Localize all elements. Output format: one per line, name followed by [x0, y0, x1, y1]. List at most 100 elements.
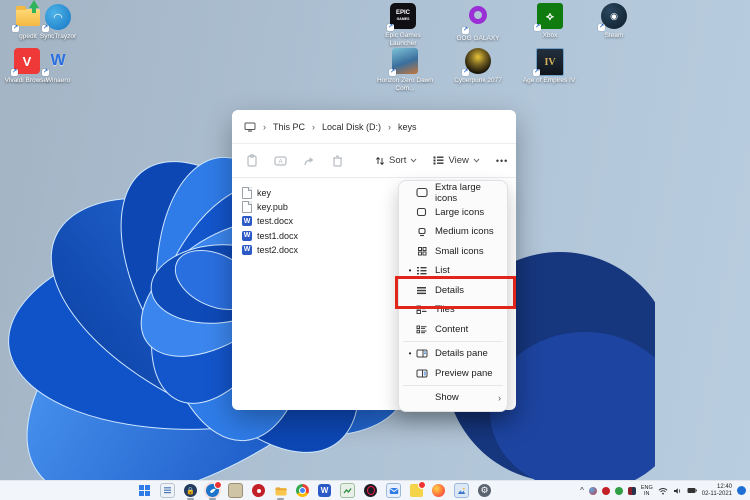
- share-icon[interactable]: [303, 155, 316, 167]
- menu-item-medium-icons[interactable]: Medium icons: [399, 222, 507, 242]
- notification-badge: [214, 481, 222, 489]
- menu-item-label: Content: [435, 324, 501, 335]
- clock[interactable]: 12:40 02-11-2021: [702, 484, 732, 498]
- volume-icon[interactable]: [673, 487, 682, 495]
- breadcrumb-keys[interactable]: keys: [398, 122, 417, 132]
- age-of-empires-iv-icon: IV ↗: [536, 48, 562, 74]
- file-name: test1.docx: [257, 231, 298, 241]
- breadcrumb-local-disk-d[interactable]: Local Disk (D:): [322, 122, 381, 132]
- notification-center-badge[interactable]: [737, 486, 746, 495]
- opera-gx-icon[interactable]: [364, 484, 377, 497]
- red-app-icon[interactable]: [252, 484, 265, 497]
- system-tray: ^ ENG IN 12:40 02-11-2021: [580, 481, 746, 500]
- sort-button[interactable]: Sort: [375, 155, 417, 166]
- this-pc-icon: [244, 122, 256, 132]
- shortcut-arrow-icon: ↗: [389, 69, 396, 76]
- file-explorer-icon[interactable]: [274, 484, 287, 497]
- desktop-icon-cyberpunk[interactable]: ↗ Cyberpunk 2077: [446, 48, 510, 85]
- chevron-down-icon: [473, 158, 480, 163]
- rename-icon[interactable]: A: [274, 155, 287, 167]
- shortcut-arrow-icon: ↗: [462, 27, 469, 34]
- paste-icon[interactable]: [246, 154, 258, 167]
- gog-galaxy-icon: ↗: [465, 6, 491, 32]
- mail-icon[interactable]: [386, 483, 401, 498]
- firefox-icon[interactable]: [432, 484, 445, 497]
- desktop-icon-steam[interactable]: ◉ ↗ Steam: [582, 3, 646, 40]
- extra-large-icons-icon: [415, 187, 428, 198]
- taskbar-icons: 🔒 W ⚙: [138, 481, 491, 500]
- wifi-icon[interactable]: [658, 487, 668, 495]
- settings-gear-icon[interactable]: ⚙: [478, 484, 491, 497]
- selected-marker: •: [405, 266, 415, 275]
- menu-item-list[interactable]: • List: [399, 261, 507, 281]
- shortcut-arrow-icon: ↗: [11, 69, 18, 76]
- word-doc-icon: W: [242, 216, 252, 226]
- shortcut-arrow-icon: ↗: [533, 69, 540, 76]
- menu-item-show[interactable]: Show ›: [399, 388, 507, 408]
- desktop-icon-label: GOG GALAXY: [446, 35, 510, 43]
- chrome-icon[interactable]: [296, 484, 309, 497]
- menu-item-content[interactable]: Content: [399, 320, 507, 340]
- details-pane-icon: [415, 349, 428, 358]
- menu-item-label: Extra large icons: [435, 182, 501, 204]
- menu-item-label: Medium icons: [435, 226, 501, 237]
- green-app-icon[interactable]: [340, 483, 355, 498]
- photos-icon[interactable]: [454, 483, 469, 498]
- menu-item-tiles[interactable]: Tiles: [399, 300, 507, 320]
- keepass-icon[interactable]: 🔒: [184, 484, 197, 497]
- chevron-down-icon: [410, 158, 417, 163]
- archive-app-icon[interactable]: [228, 483, 243, 498]
- tray-app-icon-4[interactable]: [628, 487, 636, 495]
- desktop-icon-xbox[interactable]: ⟡ ↗ Xbox: [518, 3, 582, 40]
- menu-item-small-icons[interactable]: Small icons: [399, 242, 507, 262]
- desktop-icon-label: SyncTrayzor: [26, 33, 90, 41]
- view-dropdown-menu: Extra large icons Large icons Medium ico…: [398, 180, 508, 412]
- horizon-zero-dawn-icon: ↗: [392, 48, 418, 74]
- menu-item-preview-pane[interactable]: Preview pane: [399, 364, 507, 384]
- thunderbird-icon[interactable]: [206, 484, 219, 497]
- sticky-notes-icon[interactable]: [410, 484, 423, 497]
- file-name: key: [257, 188, 271, 198]
- large-icons-icon: [415, 207, 428, 217]
- tray-chevron-up-icon[interactable]: ^: [580, 486, 584, 495]
- delete-icon[interactable]: [332, 155, 343, 167]
- tray-app-icon-1[interactable]: [589, 487, 597, 495]
- breadcrumb-this-pc[interactable]: This PC: [273, 122, 305, 132]
- time: 12:40: [702, 484, 732, 491]
- winaero-w-icon: W ↗: [45, 48, 71, 74]
- desktop-icon-age-of-empires[interactable]: IV ↗ Age of Empires IV: [517, 48, 581, 85]
- desktop-icon-epic-games[interactable]: EPICGAMES ↗ Epic Games Launcher: [371, 3, 435, 47]
- shortcut-arrow-icon: ↗: [12, 25, 19, 32]
- notification-badge: [418, 481, 426, 489]
- menu-item-details[interactable]: Details: [399, 281, 507, 301]
- battery-icon[interactable]: [687, 487, 697, 494]
- breadcrumb-chevron: ›: [263, 122, 266, 132]
- view-button[interactable]: View: [433, 155, 479, 166]
- details-view-icon: [415, 286, 428, 295]
- desktop-icon-label: Cyberpunk 2077: [446, 77, 510, 85]
- desktop-icon-label: Age of Empires IV: [517, 77, 581, 85]
- menu-item-extra-large-icons[interactable]: Extra large icons: [399, 183, 507, 203]
- desktop-icon-winaero[interactable]: W ↗ Winaero: [26, 48, 90, 85]
- menu-item-large-icons[interactable]: Large icons: [399, 203, 507, 223]
- svg-text:A: A: [278, 158, 283, 165]
- breadcrumb-chevron: ›: [312, 122, 315, 132]
- desktop-icon-label: Horizon Zero Dawn Com...: [373, 77, 437, 92]
- word-doc-icon: W: [242, 231, 252, 241]
- see-more-button[interactable]: •••: [496, 156, 508, 166]
- desktop-icon-gog-galaxy[interactable]: ↗ GOG GALAXY: [446, 3, 510, 43]
- tray-app-icon-2[interactable]: [602, 487, 610, 495]
- file-icon: [242, 187, 252, 199]
- shortcut-arrow-icon: ↗: [462, 69, 469, 76]
- windows-start-icon[interactable]: [138, 484, 151, 497]
- word-icon[interactable]: W: [318, 484, 331, 497]
- tiles-view-icon: [415, 305, 428, 314]
- language-indicator[interactable]: ENG IN: [641, 485, 653, 497]
- view-label: View: [448, 155, 468, 166]
- menu-item-details-pane[interactable]: • Details pane: [399, 344, 507, 364]
- menu-item-label: Large icons: [435, 207, 501, 218]
- desktop-icon-synctrayzor[interactable]: ◠ ↗ SyncTrayzor: [26, 4, 90, 41]
- desktop-icon-horizon-zero-dawn[interactable]: ↗ Horizon Zero Dawn Com...: [373, 48, 437, 92]
- tray-app-icon-3[interactable]: [615, 487, 623, 495]
- notes-app-icon[interactable]: [160, 483, 175, 498]
